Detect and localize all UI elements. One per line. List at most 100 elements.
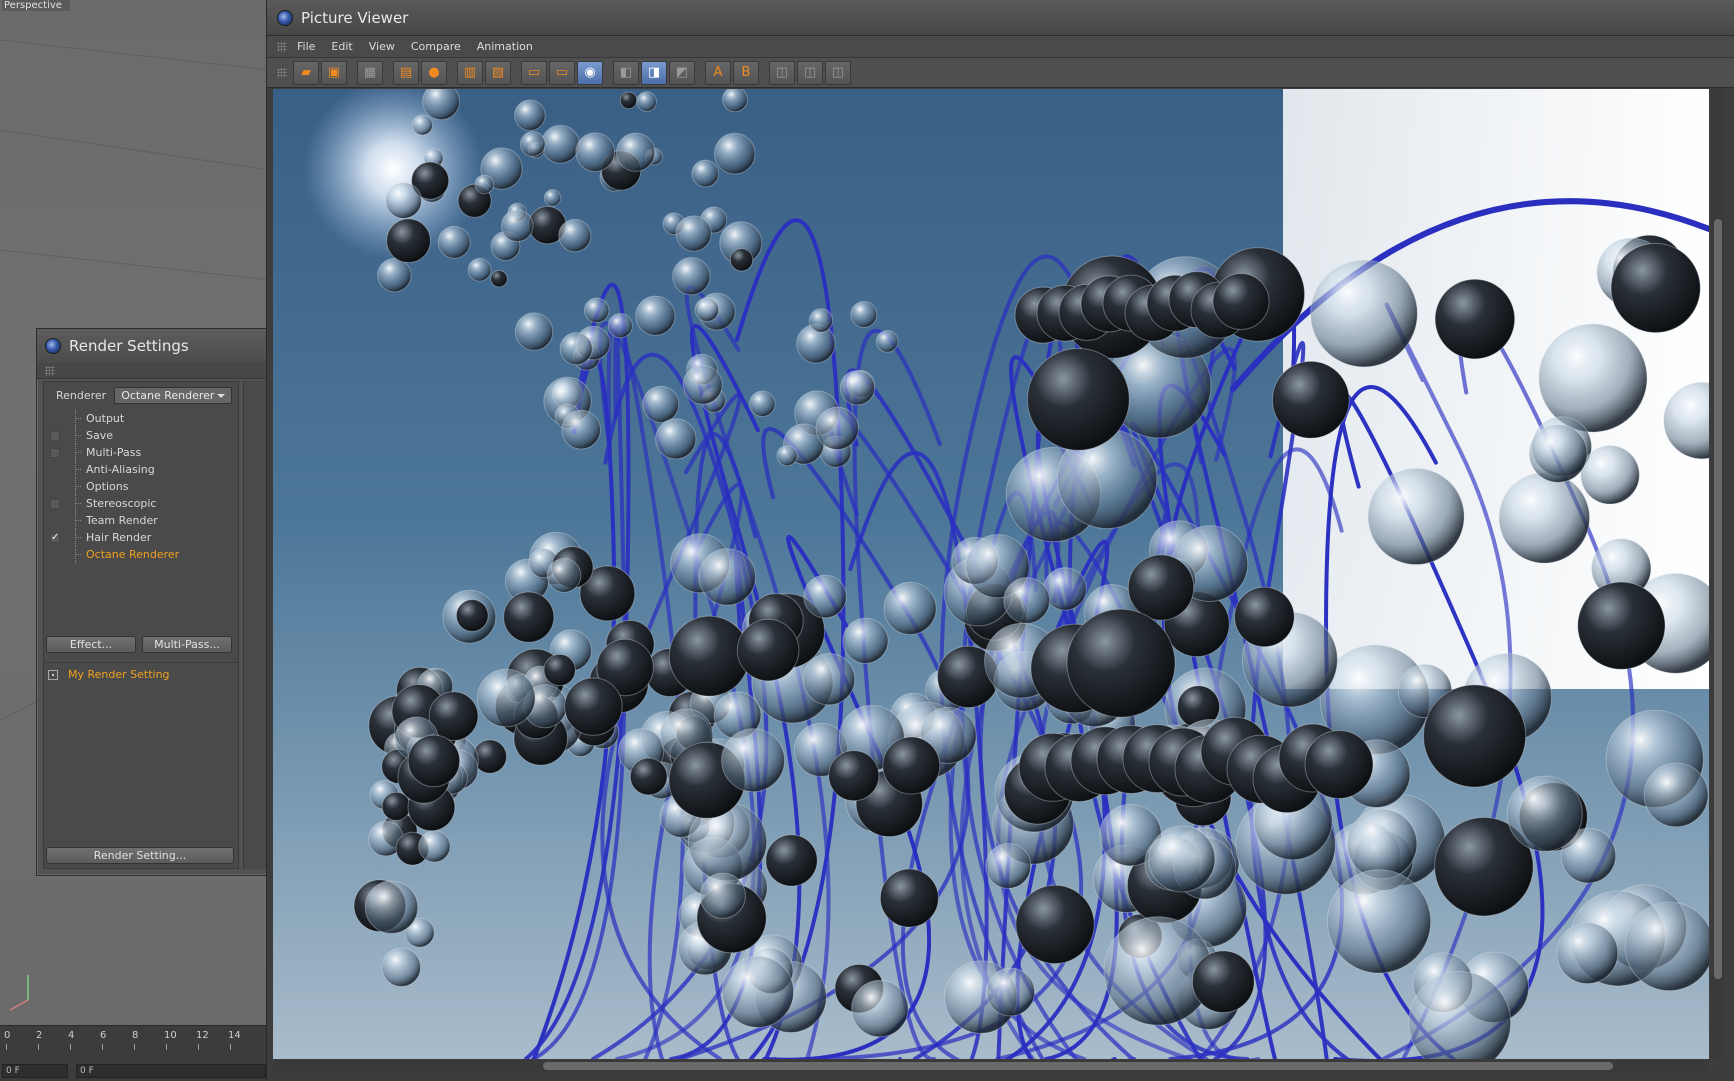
menu-edit[interactable]: Edit	[331, 40, 352, 53]
vertical-scroll-thumb[interactable]	[1714, 219, 1722, 979]
set-a-icon[interactable]: A	[705, 60, 731, 85]
timeline[interactable]: 0 2 4 6 8 10 12 14 0 F 0 F	[0, 1025, 270, 1081]
person-icon[interactable]: ●	[421, 60, 447, 85]
glass-sphere	[749, 390, 776, 417]
timeline-tick-label: 8	[132, 1030, 139, 1041]
renderer-row: Renderer Octane Renderer	[44, 382, 238, 408]
glass-sphere	[655, 418, 697, 460]
ab-overlay-icon[interactable]: ◨	[641, 60, 667, 85]
renderer-dropdown[interactable]: Octane Renderer	[114, 386, 233, 404]
timeline-ruler[interactable]: 0 2 4 6 8 10 12 14	[0, 1026, 270, 1050]
render-image[interactable]	[273, 89, 1709, 1059]
glass-sphere	[694, 297, 720, 322]
checkbox-checked[interactable]: ✓	[50, 532, 60, 543]
picture-viewer-window[interactable]: Picture Viewer File Edit View Compare An…	[266, 0, 1734, 1081]
render-settings-item[interactable]: Stereoscopic	[44, 495, 238, 512]
horizontal-scroll-thumb[interactable]	[543, 1062, 1613, 1070]
effect-button[interactable]: Effect...	[46, 636, 136, 653]
glass-sphere	[490, 270, 508, 288]
render-settings-window[interactable]: Render Settings Renderer Octane Renderer…	[36, 328, 276, 876]
glass-sphere	[422, 89, 461, 121]
glass-sphere	[729, 248, 754, 272]
screen-icon[interactable]: ▭	[521, 60, 547, 85]
stop-render-icon[interactable]: ◉	[577, 60, 603, 85]
render-setting-entry[interactable]: My Render Setting	[48, 668, 170, 681]
screen-alt-icon[interactable]: ▭	[549, 60, 575, 85]
menu-file[interactable]: File	[297, 40, 315, 53]
checkbox[interactable]	[50, 498, 60, 509]
vertical-scrollbar[interactable]	[1711, 89, 1725, 1059]
render-settings-item[interactable]: Multi-Pass	[44, 444, 238, 461]
grip-icon[interactable]	[45, 366, 55, 376]
ab-split-icon[interactable]: ◧	[613, 60, 639, 85]
start-frame-field[interactable]: 0 F	[76, 1064, 266, 1078]
render-settings-item[interactable]: Team Render	[44, 512, 238, 529]
glass-sphere	[675, 215, 712, 252]
copy-frame-icon[interactable]: ▥	[457, 60, 483, 85]
glass-sphere	[503, 591, 555, 643]
render-settings-item[interactable]: Save	[44, 427, 238, 444]
render-settings-handlebar[interactable]	[37, 363, 275, 379]
horizontal-scrollbar[interactable]	[273, 1060, 1709, 1072]
glass-sphere	[377, 257, 412, 293]
menu-view[interactable]: View	[369, 40, 395, 53]
timeline-tick	[166, 1044, 167, 1050]
timeline-tick	[198, 1044, 199, 1050]
glass-sphere	[619, 91, 638, 110]
glass-sphere	[540, 124, 580, 164]
app-logo-icon	[45, 338, 61, 354]
tree-line	[75, 495, 81, 512]
glass-sphere	[500, 209, 534, 242]
glass-sphere	[668, 615, 750, 697]
grip-icon[interactable]	[277, 67, 287, 78]
glass-sphere	[1577, 581, 1666, 670]
layout-2-icon[interactable]: ◫	[797, 60, 823, 85]
render-settings-item[interactable]: Output	[44, 410, 238, 427]
glass-sphere	[558, 218, 592, 253]
grip-icon[interactable]	[277, 41, 287, 52]
layout-3-icon[interactable]: ◫	[825, 60, 851, 85]
tree-line	[75, 461, 81, 478]
checkbox[interactable]	[50, 447, 60, 458]
grid-icon[interactable]: ▦	[357, 60, 383, 85]
menu-animation[interactable]: Animation	[477, 40, 533, 53]
checkbox[interactable]	[50, 430, 60, 441]
glass-sphere	[765, 834, 818, 887]
layout-1-icon[interactable]: ◫	[769, 60, 795, 85]
timeline-tick-label: 14	[228, 1030, 241, 1041]
render-settings-item[interactable]: Options	[44, 478, 238, 495]
glass-sphere	[559, 332, 593, 366]
ab-diff-icon[interactable]: ◩	[669, 60, 695, 85]
tree-line	[75, 427, 81, 444]
picture-viewer-menubar: File Edit View Compare Animation	[267, 36, 1734, 58]
render-settings-item[interactable]: Octane Renderer	[44, 546, 238, 563]
multipass-button[interactable]: Multi-Pass...	[142, 636, 232, 653]
tree-line	[75, 529, 81, 546]
render-settings-item[interactable]: Anti-Aliasing	[44, 461, 238, 478]
glass-sphere	[575, 132, 615, 173]
render-settings-titlebar[interactable]: Render Settings	[37, 329, 275, 363]
render-region-icon[interactable]: ▤	[393, 60, 419, 85]
menu-compare[interactable]: Compare	[411, 40, 461, 53]
glass-sphere	[1580, 445, 1640, 505]
timeline-tick-label: 12	[196, 1030, 209, 1041]
glass-sphere	[1015, 884, 1095, 965]
paste-frame-icon[interactable]: ▧	[485, 60, 511, 85]
current-frame-field[interactable]: 0 F	[2, 1064, 68, 1078]
picture-viewer-titlebar[interactable]: Picture Viewer	[267, 0, 1734, 36]
render-settings-item[interactable]: ✓ Hair Render	[44, 529, 238, 546]
open-icon[interactable]: ▰	[293, 60, 319, 85]
glass-sphere	[514, 312, 554, 351]
renderer-label: Renderer	[56, 388, 107, 402]
glass-sphere	[698, 548, 757, 606]
set-b-icon[interactable]: B	[733, 60, 759, 85]
render-settings-item-label: Options	[86, 480, 129, 493]
render-settings-item-label: Team Render	[86, 514, 158, 527]
save-icon[interactable]: ▣	[321, 60, 347, 85]
glass-sphere	[1234, 586, 1295, 648]
glass-sphere	[883, 581, 937, 635]
glass-sphere	[1346, 808, 1418, 880]
render-setting-button[interactable]: Render Setting...	[46, 847, 234, 864]
rendered-scene	[303, 89, 1709, 1059]
render-settings-list: Output Save Multi-Pass Anti-Aliasing Options…	[44, 408, 238, 563]
